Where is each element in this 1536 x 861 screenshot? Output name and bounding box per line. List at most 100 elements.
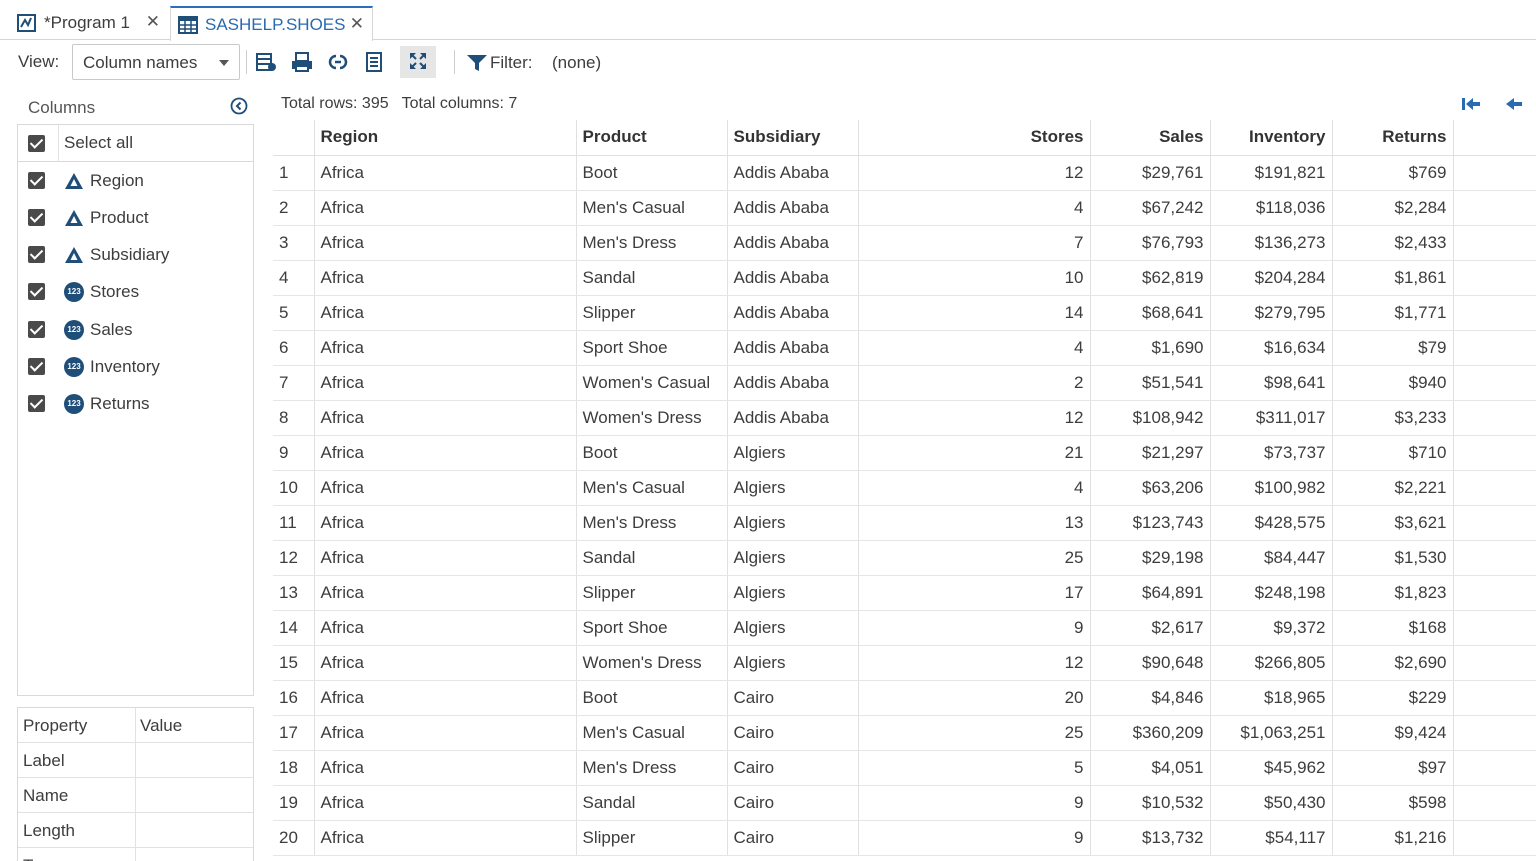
cell-returns[interactable]: $2,221 [1332, 470, 1454, 506]
cell-product[interactable]: Sandal [576, 785, 728, 821]
column-item-inventory[interactable]: 123 Inventory [18, 348, 253, 385]
cell-stores[interactable]: 5 [858, 750, 1091, 786]
cell-sales[interactable]: $1,690 [1090, 330, 1211, 366]
column-checkbox[interactable] [28, 246, 45, 263]
cell-returns[interactable]: $3,621 [1332, 505, 1454, 541]
cell-product[interactable]: Women's Dress [576, 400, 728, 436]
cell-subsidiary[interactable]: Algiers [727, 470, 859, 506]
cell-stores[interactable]: 12 [858, 155, 1091, 191]
cell-row-number[interactable]: 17 [273, 715, 315, 751]
column-header-returns[interactable]: Returns [1332, 120, 1454, 156]
cell-returns[interactable]: $1,530 [1332, 540, 1454, 576]
cell-sales[interactable]: $13,732 [1090, 820, 1211, 856]
cell-subsidiary[interactable]: Addis Ababa [727, 225, 859, 261]
cell-region[interactable]: Africa [314, 820, 577, 856]
cell-stores[interactable]: 9 [858, 610, 1091, 646]
table-row[interactable]: 13 Africa Slipper Algiers 17 $64,891 $248,198 $… [273, 575, 1536, 611]
cell-product[interactable]: Sport Shoe [576, 610, 728, 646]
cell-product[interactable]: Women's Casual [576, 365, 728, 401]
cell-product[interactable]: Men's Casual [576, 470, 728, 506]
print-icon[interactable] [290, 50, 314, 74]
cell-stores[interactable]: 4 [858, 330, 1091, 366]
cell-subsidiary[interactable]: Algiers [727, 435, 859, 471]
cell-product[interactable]: Men's Dress [576, 750, 728, 786]
cell-product[interactable]: Men's Dress [576, 225, 728, 261]
tab-program-1[interactable]: *Program 1 ✕ [10, 6, 168, 40]
column-header-product[interactable]: Product [576, 120, 728, 156]
cell-inventory[interactable]: $9,372 [1210, 610, 1333, 646]
view-select[interactable]: Column names [72, 44, 240, 80]
table-row[interactable]: 3 Africa Men's Dress Addis Ababa 7 $76,793 $13… [273, 225, 1536, 261]
cell-subsidiary[interactable]: Cairo [727, 820, 859, 856]
cell-sales[interactable]: $108,942 [1090, 400, 1211, 436]
table-row[interactable]: 19 Africa Sandal Cairo 9 $10,532 $50,430 $598 [273, 785, 1536, 821]
column-checkbox[interactable] [28, 283, 45, 300]
cell-inventory[interactable]: $204,284 [1210, 260, 1333, 296]
cell-subsidiary[interactable]: Addis Ababa [727, 365, 859, 401]
cell-row-number[interactable]: 10 [273, 470, 315, 506]
cell-row-number[interactable]: 2 [273, 190, 315, 226]
close-icon[interactable]: ✕ [146, 12, 160, 32]
cell-stores[interactable]: 4 [858, 190, 1091, 226]
maximize-button[interactable] [400, 46, 436, 78]
cell-region[interactable]: Africa [314, 225, 577, 261]
cell-returns[interactable]: $1,861 [1332, 260, 1454, 296]
cell-product[interactable]: Sport Shoe [576, 330, 728, 366]
cell-subsidiary[interactable]: Addis Ababa [727, 295, 859, 331]
link-icon[interactable] [326, 50, 350, 74]
cell-stores[interactable]: 21 [858, 435, 1091, 471]
cell-stores[interactable]: 25 [858, 715, 1091, 751]
cell-inventory[interactable]: $45,962 [1210, 750, 1333, 786]
cell-sales[interactable]: $10,532 [1090, 785, 1211, 821]
cell-subsidiary[interactable]: Addis Ababa [727, 330, 859, 366]
cell-row-number[interactable]: 8 [273, 400, 315, 436]
cell-region[interactable]: Africa [314, 610, 577, 646]
cell-product[interactable]: Boot [576, 680, 728, 716]
cell-inventory[interactable]: $54,117 [1210, 820, 1333, 856]
cell-returns[interactable]: $9,424 [1332, 715, 1454, 751]
cell-stores[interactable]: 9 [858, 785, 1091, 821]
cell-sales[interactable]: $62,819 [1090, 260, 1211, 296]
cell-region[interactable]: Africa [314, 400, 577, 436]
cell-row-number[interactable]: 12 [273, 540, 315, 576]
table-row[interactable]: 9 Africa Boot Algiers 21 $21,297 $73,737 $710 [273, 435, 1536, 471]
cell-region[interactable]: Africa [314, 750, 577, 786]
table-row[interactable]: 12 Africa Sandal Algiers 25 $29,198 $84,447 $1,… [273, 540, 1536, 576]
cell-inventory[interactable]: $18,965 [1210, 680, 1333, 716]
cell-stores[interactable]: 17 [858, 575, 1091, 611]
column-checkbox[interactable] [28, 172, 45, 189]
cell-row-number[interactable]: 20 [273, 820, 315, 856]
cell-subsidiary[interactable]: Algiers [727, 645, 859, 681]
cell-stores[interactable]: 2 [858, 365, 1091, 401]
cell-returns[interactable]: $1,771 [1332, 295, 1454, 331]
cell-returns[interactable]: $2,284 [1332, 190, 1454, 226]
cell-stores[interactable]: 12 [858, 400, 1091, 436]
column-item-stores[interactable]: 123 Stores [18, 273, 253, 310]
cell-row-number[interactable]: 15 [273, 645, 315, 681]
cell-product[interactable]: Boot [576, 435, 728, 471]
cell-inventory[interactable]: $136,273 [1210, 225, 1333, 261]
cell-region[interactable]: Africa [314, 540, 577, 576]
cell-row-number[interactable]: 4 [273, 260, 315, 296]
column-checkbox[interactable] [28, 358, 45, 375]
cell-sales[interactable]: $360,209 [1090, 715, 1211, 751]
cell-returns[interactable]: $598 [1332, 785, 1454, 821]
column-item-product[interactable]: Product [18, 199, 253, 236]
cell-inventory[interactable]: $428,575 [1210, 505, 1333, 541]
cell-sales[interactable]: $123,743 [1090, 505, 1211, 541]
cell-returns[interactable]: $229 [1332, 680, 1454, 716]
cell-region[interactable]: Africa [314, 155, 577, 191]
cell-subsidiary[interactable]: Algiers [727, 540, 859, 576]
column-header-subsidiary[interactable]: Subsidiary [727, 120, 859, 156]
table-row[interactable]: 16 Africa Boot Cairo 20 $4,846 $18,965 $229 [273, 680, 1536, 716]
column-item-subsidiary[interactable]: Subsidiary [18, 236, 253, 273]
cell-subsidiary[interactable]: Cairo [727, 680, 859, 716]
cell-row-number[interactable]: 7 [273, 365, 315, 401]
cell-region[interactable]: Africa [314, 715, 577, 751]
cell-returns[interactable]: $2,690 [1332, 645, 1454, 681]
cell-row-number[interactable]: 6 [273, 330, 315, 366]
cell-region[interactable]: Africa [314, 260, 577, 296]
table-row[interactable]: 8 Africa Women's Dress Addis Ababa 12 $108,94… [273, 400, 1536, 436]
cell-subsidiary[interactable]: Addis Ababa [727, 155, 859, 191]
table-row[interactable]: 17 Africa Men's Casual Cairo 25 $360,209 $1,06… [273, 715, 1536, 751]
